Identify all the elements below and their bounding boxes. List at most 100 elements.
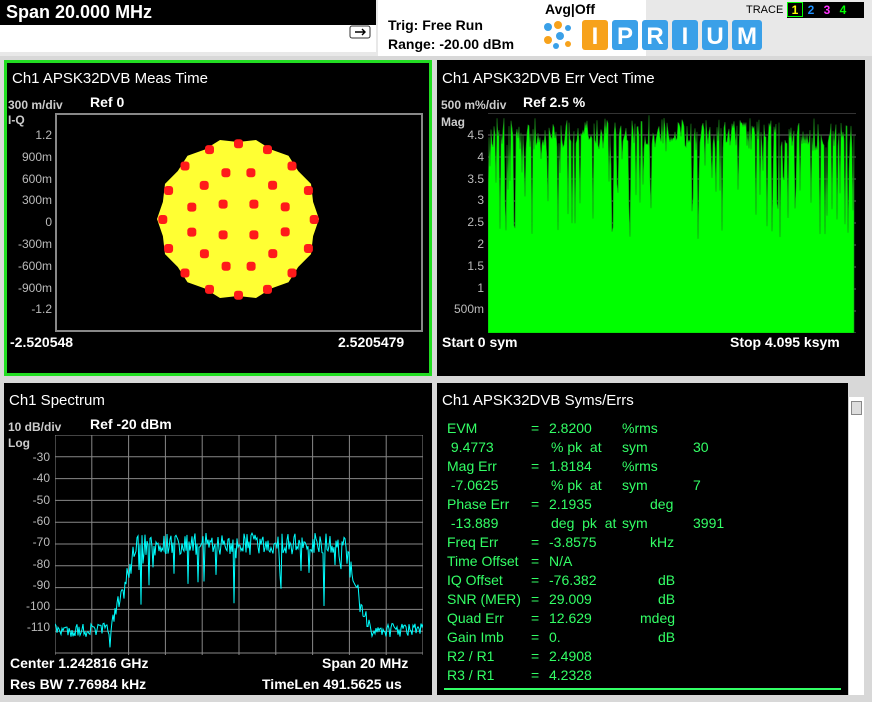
constellation-point xyxy=(287,268,297,278)
constellation-point xyxy=(234,290,243,300)
constellation-point xyxy=(180,268,190,278)
trace-3[interactable]: 3 xyxy=(819,3,835,17)
y-tick-label: 0 xyxy=(45,215,52,230)
y-tick-label: -40 xyxy=(32,471,50,486)
meas-extra: 7 xyxy=(693,477,701,493)
y-tick-label: -100 xyxy=(25,599,50,614)
trace-label: TRACE xyxy=(746,4,784,16)
meas-unit: kHz xyxy=(650,534,675,550)
meas-value: 29.009 xyxy=(549,591,592,607)
y-tick-label: 300m xyxy=(21,193,52,208)
meas-value: 2.1935 xyxy=(549,496,592,512)
span-title: Span 20.000 MHz xyxy=(0,0,376,25)
meas-label: -7.0625 xyxy=(447,477,499,493)
trace-selector[interactable]: 1234 xyxy=(787,2,864,18)
errvect-stop: Stop 4.095 ksym xyxy=(730,334,840,350)
constellation-point xyxy=(309,215,319,224)
meas-label: Time Offset xyxy=(447,553,519,569)
constellation-point xyxy=(199,180,209,190)
constellation-point xyxy=(221,261,231,271)
table-divider xyxy=(444,688,841,690)
meas-value: N/A xyxy=(549,553,573,569)
trace-2[interactable]: 2 xyxy=(803,3,819,17)
meas-eq: = xyxy=(531,648,540,664)
panel-title: Ch1 Spectrum xyxy=(9,392,105,409)
meas-extra: 3991 xyxy=(693,515,725,531)
trace-4[interactable]: 4 xyxy=(835,3,851,17)
y-tick-label: -60 xyxy=(32,513,50,528)
y-tick-label: 4 xyxy=(477,149,484,164)
constellation-point xyxy=(187,202,197,212)
refresh-icon[interactable] xyxy=(349,24,371,40)
meas-unit: dB xyxy=(658,629,676,645)
constellation-point xyxy=(249,230,259,240)
meas-unit: %rms xyxy=(622,458,658,474)
logo-letter: P xyxy=(617,23,633,50)
constellation-point xyxy=(268,249,278,259)
y-tick-label: -90 xyxy=(32,577,50,592)
y-tick-label: -900m xyxy=(17,280,52,295)
trace-1[interactable]: 1 xyxy=(787,2,803,17)
meas-unit: dB xyxy=(658,572,676,588)
constellation-point xyxy=(234,139,243,149)
constellation-x-start: -2.520548 xyxy=(10,334,74,350)
y-tick-label: 2 xyxy=(477,237,484,251)
spectrum-ref: Ref -20 dBm xyxy=(90,416,172,432)
errvect-trace xyxy=(488,113,856,333)
meas-eq: = xyxy=(531,534,540,550)
constellation-point xyxy=(246,261,256,271)
logo-letter: M xyxy=(737,23,757,50)
scrollbar[interactable] xyxy=(848,397,864,695)
y-tick-label: -30 xyxy=(32,450,50,464)
meas-value: 12.629 xyxy=(549,610,592,626)
panel-title: Ch1 APSK32DVB Err Vect Time xyxy=(442,70,655,87)
meas-unit: deg xyxy=(650,496,674,512)
meas-label: Mag Err xyxy=(447,458,497,474)
meas-eq: = xyxy=(531,591,540,607)
y-tick-label: -70 xyxy=(32,535,50,550)
meas-label: 9.4773 xyxy=(447,439,494,455)
constellation-point xyxy=(221,168,231,178)
constellation-point xyxy=(158,215,168,224)
spectrum-span: Span 20 MHz xyxy=(322,655,409,671)
y-tick-label: 500m xyxy=(453,302,484,317)
range-label: Range: -20.00 dBm xyxy=(388,36,515,52)
constellation-point xyxy=(218,199,228,209)
meas-eq: = xyxy=(531,496,540,512)
meas-value: % pk at xyxy=(551,439,602,455)
constellation-point xyxy=(205,145,214,155)
errvect-start: Start 0 sym xyxy=(442,334,518,350)
meas-value: 1.8184 xyxy=(549,458,592,474)
meas-eq: = xyxy=(531,420,540,436)
status-area xyxy=(0,25,376,52)
meas-value: % pk at xyxy=(551,477,602,493)
constellation-point xyxy=(246,168,256,178)
panel-title: Ch1 APSK32DVB Syms/Errs xyxy=(442,392,634,409)
meas-value: -3.8575 xyxy=(549,534,597,550)
constellation-diagram xyxy=(157,139,319,300)
meas-label: -13.889 xyxy=(447,515,499,531)
meas-label: R3 / R1 xyxy=(447,667,495,683)
constellation-point xyxy=(280,202,290,212)
errvect-fill xyxy=(488,115,855,333)
logo-letter: I xyxy=(682,23,689,50)
y-tick-label: 3 xyxy=(477,193,484,208)
meas-value: 2.8200 xyxy=(549,420,592,436)
constellation-x-stop: 2.5205479 xyxy=(338,334,405,350)
iprium-logo: IPRIUM xyxy=(544,20,762,50)
meas-label: Quad Err xyxy=(447,610,504,626)
constellation-ref: Ref 0 xyxy=(90,94,125,110)
meas-unit: %rms xyxy=(622,420,658,436)
errvect-ref: Ref 2.5 % xyxy=(523,94,586,110)
y-tick-label: 600m xyxy=(21,171,52,186)
constellation-point xyxy=(180,161,190,171)
spectrum-trace xyxy=(55,435,423,655)
y-tick-label: -50 xyxy=(32,492,50,507)
meas-unit: sym xyxy=(622,515,648,531)
y-tick-label: 1 xyxy=(477,280,484,295)
spectrum-mode: Log xyxy=(8,436,30,450)
scroll-thumb[interactable] xyxy=(851,401,862,415)
logo-letter: U xyxy=(706,23,723,50)
errvect-mode: Mag xyxy=(441,115,465,129)
errvect-scale: 500 m%/div xyxy=(441,98,507,112)
